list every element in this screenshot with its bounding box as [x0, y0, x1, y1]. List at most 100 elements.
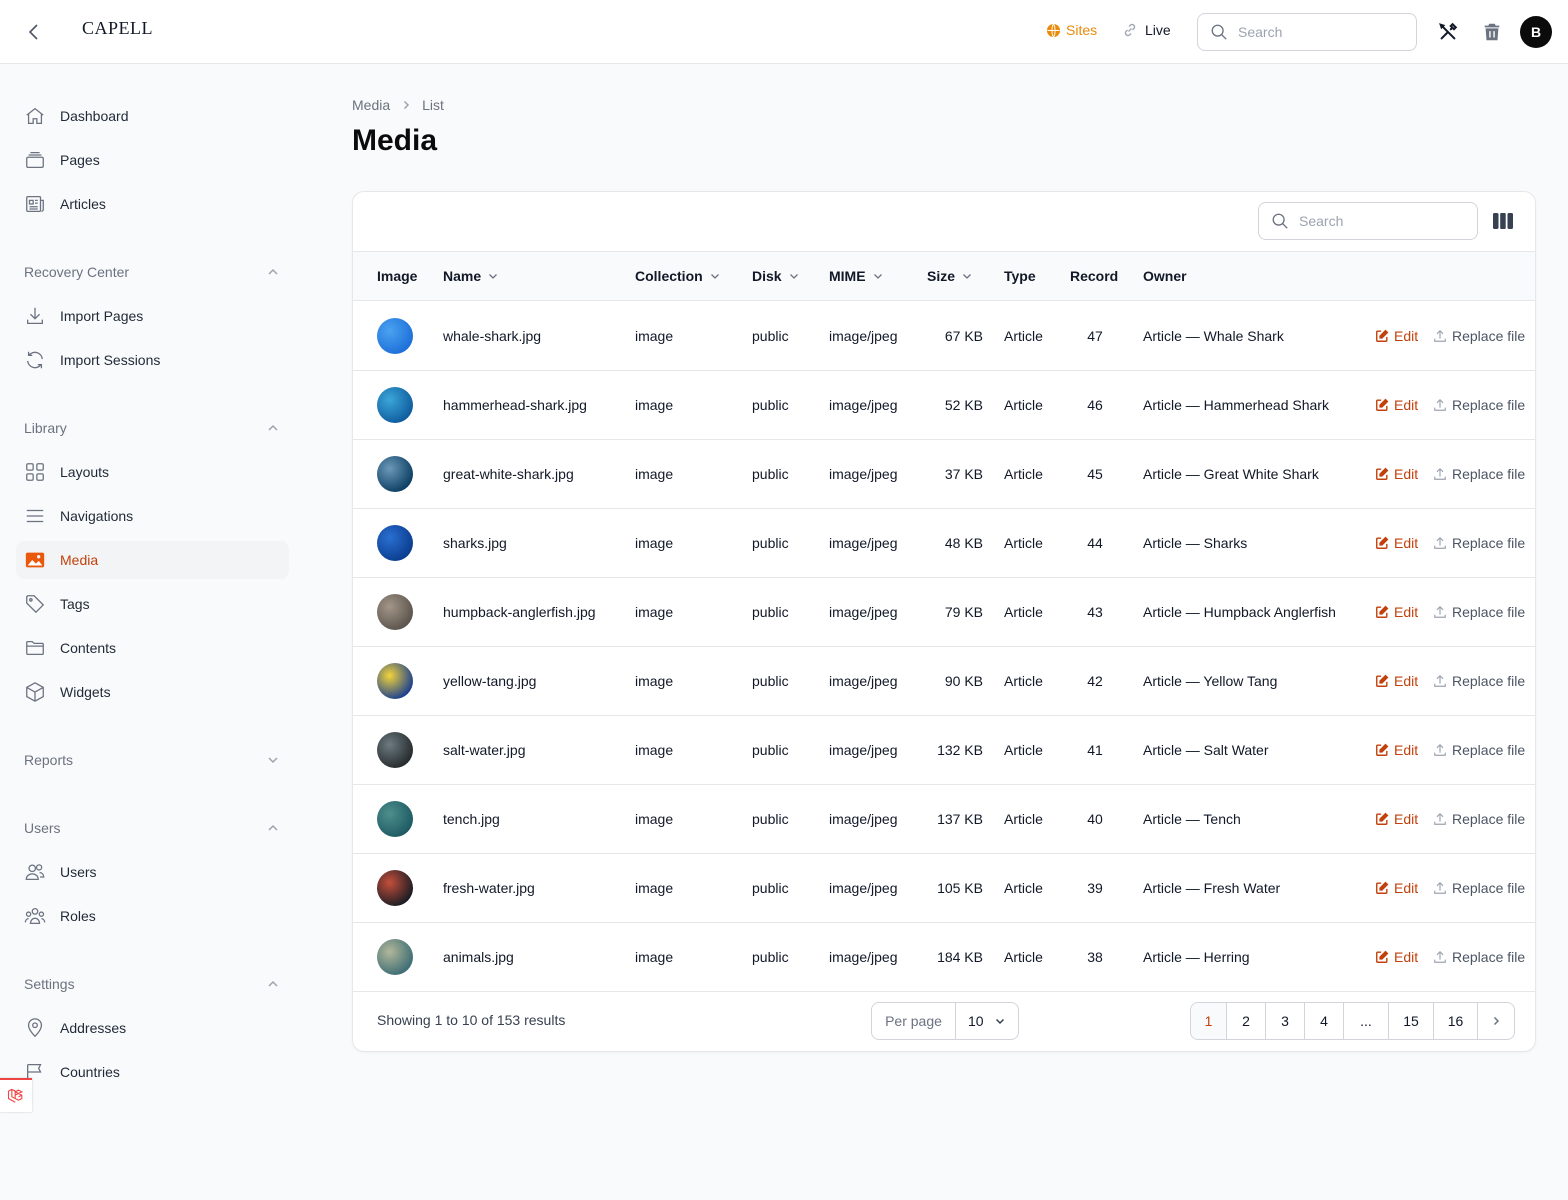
sites-button[interactable]: Sites [1046, 22, 1097, 38]
group-settings[interactable]: Settings [24, 972, 280, 996]
column-header-collection[interactable]: Collection [635, 252, 721, 300]
page-button-4[interactable]: 4 [1305, 1003, 1344, 1039]
tools-icon[interactable] [1437, 21, 1459, 43]
page-button-2[interactable]: 2 [1227, 1003, 1266, 1039]
replace-file-button[interactable]: Replace file [1433, 923, 1525, 991]
table-row[interactable]: great-white-shark.jpg image public image/jp… [353, 440, 1535, 509]
per-page-control: Per page 10 [871, 1002, 1019, 1040]
cell-collection: image [635, 673, 674, 689]
sidebar-item-label: Dashboard [60, 108, 129, 124]
replace-file-button[interactable]: Replace file [1433, 854, 1525, 922]
table-search-input[interactable] [1299, 213, 1449, 229]
sidebar-item-users[interactable]: Users [16, 853, 289, 891]
media-thumbnail [377, 732, 413, 768]
cell-owner: Article — Sharks [1143, 535, 1248, 551]
edit-button[interactable]: Edit [1375, 302, 1418, 370]
next-page-button[interactable] [1478, 1003, 1514, 1039]
sidebar-item-dashboard[interactable]: Dashboard [16, 97, 289, 135]
replace-file-button[interactable]: Replace file [1433, 716, 1525, 784]
edit-button[interactable]: Edit [1375, 509, 1418, 577]
per-page-label: Per page [872, 1003, 956, 1039]
replace-file-button[interactable]: Replace file [1433, 302, 1525, 370]
column-header-record: Record [1070, 252, 1118, 300]
user-avatar[interactable]: B [1520, 16, 1552, 48]
global-search-input[interactable] [1238, 24, 1388, 40]
sidebar-item-label: Roles [60, 908, 96, 924]
cell-record: 46 [1087, 397, 1103, 413]
edit-icon [1376, 674, 1389, 687]
per-page-select[interactable]: 10 [956, 1003, 1018, 1039]
cell-size: 52 KB [944, 397, 983, 413]
breadcrumb-media[interactable]: Media [352, 97, 390, 113]
edit-button[interactable]: Edit [1375, 440, 1418, 508]
table-row[interactable]: sharks.jpg image public image/jpeg 48 KB Arti… [353, 509, 1535, 578]
table-row[interactable]: tench.jpg image public image/jpeg 137 KB Arti… [353, 785, 1535, 854]
top-bar: CAPELL Sites Live B [0, 0, 1568, 64]
sidebar-item-widgets[interactable]: Widgets [16, 673, 289, 711]
replace-file-label: Replace file [1452, 811, 1526, 827]
table-row[interactable]: hammerhead-shark.jpg image public image/jpe… [353, 371, 1535, 440]
edit-button[interactable]: Edit [1375, 647, 1418, 715]
replace-file-button[interactable]: Replace file [1433, 371, 1525, 439]
media-thumbnail [377, 387, 413, 423]
trash-icon[interactable] [1481, 21, 1503, 43]
breadcrumb-list: List [422, 97, 444, 113]
sidebar-item-roles[interactable]: Roles [16, 897, 289, 935]
sidebar-item-addresses[interactable]: Addresses [16, 1009, 289, 1047]
page-button-1[interactable]: 1 [1191, 1003, 1227, 1039]
cell-mime: image/jpeg [829, 466, 898, 482]
group-users[interactable]: Users [24, 816, 280, 840]
columns-toggle-icon[interactable] [1493, 212, 1513, 230]
column-header-size[interactable]: Size [927, 252, 973, 300]
replace-file-button[interactable]: Replace file [1433, 647, 1525, 715]
edit-button[interactable]: Edit [1375, 578, 1418, 646]
page-button-15[interactable]: 15 [1389, 1003, 1434, 1039]
sidebar-item-tags[interactable]: Tags [16, 585, 289, 623]
replace-file-label: Replace file [1452, 535, 1526, 551]
sidebar-item-articles[interactable]: Articles [16, 185, 289, 223]
column-header-label: Owner [1143, 268, 1187, 284]
cell-name: fresh-water.jpg [443, 880, 535, 896]
group-library[interactable]: Library [24, 416, 280, 440]
table-row[interactable]: whale-shark.jpg image public image/jpeg 67 K… [353, 302, 1535, 371]
edit-button[interactable]: Edit [1375, 371, 1418, 439]
column-header-name[interactable]: Name [443, 252, 499, 300]
group-recovery-center[interactable]: Recovery Center [24, 260, 280, 284]
edit-button[interactable]: Edit [1375, 923, 1418, 991]
app-logo[interactable]: CAPELL [82, 18, 153, 39]
sidebar-item-layouts[interactable]: Layouts [16, 453, 289, 491]
edit-button[interactable]: Edit [1375, 854, 1418, 922]
page-button-3[interactable]: 3 [1266, 1003, 1305, 1039]
global-search[interactable] [1197, 13, 1417, 51]
back-arrow-icon[interactable] [22, 20, 46, 44]
table-row[interactable]: fresh-water.jpg image public image/jpeg 105 … [353, 854, 1535, 923]
page-button-16[interactable]: 16 [1434, 1003, 1478, 1039]
sidebar-item-countries[interactable]: Countries [16, 1053, 289, 1091]
sidebar-item-media[interactable]: Media [16, 541, 289, 579]
live-button[interactable]: Live [1122, 22, 1171, 38]
sidebar-item-import-pages[interactable]: Import Pages [16, 297, 289, 335]
column-header-mime[interactable]: MIME [829, 252, 884, 300]
table-row[interactable]: humpback-anglerfish.jpg image public image/… [353, 578, 1535, 647]
sidebar-item-pages[interactable]: Pages [16, 141, 289, 179]
replace-file-button[interactable]: Replace file [1433, 785, 1525, 853]
table-row[interactable]: animals.jpg image public image/jpeg 184 KB Ar… [353, 923, 1535, 992]
edit-label: Edit [1394, 466, 1419, 482]
replace-file-button[interactable]: Replace file [1433, 509, 1525, 577]
edit-button[interactable]: Edit [1375, 785, 1418, 853]
column-header-disk[interactable]: Disk [752, 252, 800, 300]
replace-file-button[interactable]: Replace file [1433, 578, 1525, 646]
cell-type: Article [1004, 673, 1043, 689]
upload-icon [1434, 536, 1446, 549]
table-row[interactable]: yellow-tang.jpg image public image/jpeg 90 K… [353, 647, 1535, 716]
group-reports[interactable]: Reports [24, 748, 280, 772]
sidebar-item-navigations[interactable]: Navigations [16, 497, 289, 535]
table-row[interactable]: salt-water.jpg image public image/jpeg 132 K… [353, 716, 1535, 785]
cell-disk: public [752, 535, 789, 551]
sidebar-item-import-sessions[interactable]: Import Sessions [16, 341, 289, 379]
edit-button[interactable]: Edit [1375, 716, 1418, 784]
table-search[interactable] [1258, 202, 1478, 240]
debugbar-toggle[interactable] [0, 1078, 32, 1112]
sidebar-item-contents[interactable]: Contents [16, 629, 289, 667]
replace-file-button[interactable]: Replace file [1433, 440, 1525, 508]
